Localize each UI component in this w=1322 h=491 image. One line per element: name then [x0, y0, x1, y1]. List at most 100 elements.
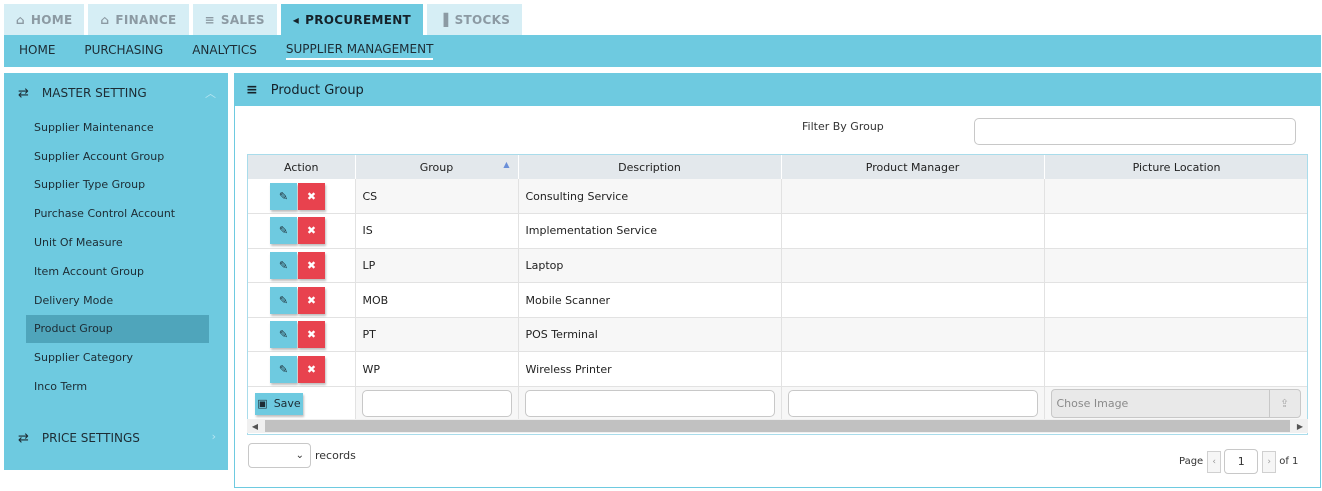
delete-icon[interactable]: ✖ — [298, 286, 325, 314]
new-picture-cell: Chose Image ⇪ — [1044, 386, 1307, 422]
sidebar-item-unit-of-measure[interactable]: Unit Of Measure — [26, 228, 209, 257]
subnav-supplier-management[interactable]: SUPPLIER MANAGEMENT — [285, 42, 434, 60]
save-button[interactable]: ▣ Save — [255, 392, 303, 415]
edit-icon[interactable]: ✎ — [270, 251, 297, 279]
panel-header: ≡ Product Group — [235, 74, 1320, 106]
sidebar-item-inco-term[interactable]: Inco Term — [26, 372, 209, 401]
sidebar-item-supplier-category[interactable]: Supplier Category — [26, 343, 209, 372]
save-label: Save — [273, 397, 301, 411]
chart-icon: ▐ — [439, 12, 449, 27]
chevron-down-icon: ⌄ — [295, 450, 304, 461]
new-group-cell — [355, 386, 519, 422]
col-header-picture-location[interactable]: Picture Location — [1044, 155, 1307, 179]
delete-icon[interactable]: ✖ — [298, 182, 325, 210]
cell-description: POS Terminal — [518, 317, 782, 353]
col-header-group[interactable]: Group ▲ — [355, 155, 519, 179]
col-header-group-label: Group — [419, 160, 454, 174]
sidebar-list: Supplier Maintenance Supplier Account Gr… — [4, 113, 228, 401]
scroll-right-icon[interactable]: ▶ — [1292, 422, 1308, 431]
cell-picture-location — [1044, 179, 1307, 215]
new-row: ▣ Save Chose Image ⇪ — [248, 386, 1307, 422]
panel-title: Product Group — [270, 82, 364, 98]
row-actions: ✎ ✖ — [248, 351, 356, 388]
swap-arrows-icon: ⇄ — [18, 85, 29, 101]
horizontal-scrollbar[interactable]: ◀ ▶ — [247, 419, 1308, 433]
scroll-left-icon[interactable]: ◀ — [247, 422, 263, 431]
new-product-manager-input[interactable] — [787, 390, 1038, 418]
delete-icon[interactable]: ✖ — [298, 355, 325, 383]
table-row: ✎ ✖ PT POS Terminal — [248, 317, 1307, 353]
sidebar-item-purchase-control-account[interactable]: Purchase Control Account — [26, 199, 209, 228]
new-manager-cell — [781, 386, 1045, 422]
swap-arrows-icon: ⇄ — [18, 430, 29, 446]
upload-icon[interactable]: ⇪ — [1268, 390, 1300, 418]
cell-product-manager — [781, 179, 1045, 215]
col-header-action: Action — [248, 155, 356, 179]
sidebar-item-supplier-account-group[interactable]: Supplier Account Group — [26, 142, 209, 171]
menu-bars-icon[interactable]: ≡ — [246, 82, 258, 98]
delete-icon[interactable]: ✖ — [298, 217, 325, 245]
edit-icon[interactable]: ✎ — [270, 217, 297, 245]
tab-home[interactable]: ⌂ HOME — [4, 4, 85, 35]
new-group-input[interactable] — [361, 390, 512, 418]
master-setting-header[interactable]: ⇄ MASTER SETTING ︿ — [4, 73, 228, 113]
table-row: ✎ ✖ WP Wireless Printer — [248, 351, 1307, 388]
cell-product-manager — [781, 282, 1045, 318]
tab-procurement-label: PROCUREMENT — [305, 12, 412, 27]
sidebar-item-delivery-mode[interactable]: Delivery Mode — [26, 286, 209, 315]
scroll-thumb[interactable] — [265, 420, 1290, 432]
prev-page-button[interactable]: ‹ — [1207, 450, 1222, 473]
floppy-icon: ▣ — [257, 397, 268, 411]
filter-label: Filter By Group — [802, 120, 884, 133]
col-header-description[interactable]: Description — [518, 155, 782, 179]
edit-icon[interactable]: ✎ — [270, 321, 297, 349]
cell-picture-location — [1044, 213, 1307, 249]
tab-sales-label: SALES — [220, 12, 265, 27]
delete-icon[interactable]: ✖ — [298, 321, 325, 349]
bullhorn-icon: ◂ — [292, 12, 300, 27]
tab-procurement[interactable]: ◂ PROCUREMENT — [280, 4, 424, 35]
chose-image-field[interactable]: Chose Image ⇪ — [1050, 389, 1301, 419]
delete-icon[interactable]: ✖ — [298, 251, 325, 279]
row-actions: ✎ ✖ — [248, 213, 356, 249]
edit-icon[interactable]: ✎ — [270, 286, 297, 314]
tab-finance[interactable]: ⌂ FINANCE — [88, 4, 189, 35]
cell-picture-location — [1044, 282, 1307, 318]
cell-description: Mobile Scanner — [518, 282, 782, 318]
next-page-button[interactable]: › — [1262, 450, 1277, 473]
tab-sales[interactable]: ≡ SALES — [192, 4, 277, 35]
new-description-input[interactable] — [524, 390, 775, 418]
sidebar-item-supplier-type-group[interactable]: Supplier Type Group — [26, 171, 209, 200]
price-settings-label: PRICE SETTINGS — [41, 431, 140, 445]
filter-by-group-input[interactable] — [974, 118, 1296, 145]
sidebar-item-item-account-group[interactable]: Item Account Group — [26, 257, 209, 286]
pagination: Page ‹ 1 › of 1 — [1179, 449, 1298, 474]
tab-stocks[interactable]: ▐ STOCKS — [427, 4, 523, 35]
home-icon: ⌂ — [16, 12, 25, 27]
grid-header-row: Action Group ▲ Description Product Manage… — [248, 155, 1307, 179]
cell-description: Consulting Service — [518, 179, 782, 215]
page-total-label: of 1 — [1279, 456, 1299, 467]
tab-finance-label: FINANCE — [115, 12, 177, 27]
master-setting-label: MASTER SETTING — [41, 86, 147, 100]
product-group-grid: Action Group ▲ Description Product Manage… — [247, 154, 1308, 435]
subnav-purchasing[interactable]: PURCHASING — [84, 43, 163, 59]
edit-icon[interactable]: ✎ — [270, 182, 297, 210]
edit-icon[interactable]: ✎ — [270, 355, 297, 383]
subnav-home[interactable]: HOME — [19, 43, 55, 59]
row-actions: ✎ ✖ — [248, 282, 356, 318]
page-number-input[interactable]: 1 — [1224, 449, 1259, 474]
table-row: ✎ ✖ LP Laptop — [248, 248, 1307, 284]
cell-picture-location — [1044, 317, 1307, 353]
records-label: records — [315, 449, 356, 462]
records-per-page-select[interactable]: ⌄ — [248, 443, 311, 468]
cell-picture-location — [1044, 351, 1307, 388]
cell-product-manager — [781, 213, 1045, 249]
cell-description: Implementation Service — [518, 213, 782, 249]
col-header-product-manager[interactable]: Product Manager — [781, 155, 1045, 179]
sidebar-item-supplier-maintenance[interactable]: Supplier Maintenance — [26, 113, 209, 142]
subnav-analytics[interactable]: ANALYTICS — [192, 43, 257, 59]
new-description-cell — [518, 386, 782, 422]
sidebar-item-product-group[interactable]: Product Group — [26, 314, 209, 344]
price-settings-header[interactable]: ⇄ PRICE SETTINGS › — [4, 418, 228, 458]
